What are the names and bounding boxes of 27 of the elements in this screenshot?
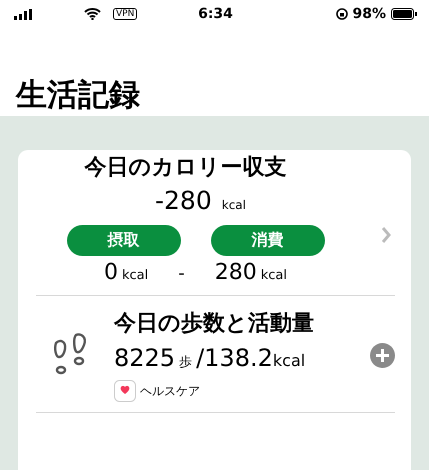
calorie-title: 今日のカロリー収支 bbox=[84, 154, 286, 182]
intake-unit: kcal bbox=[122, 268, 148, 283]
add-icon[interactable] bbox=[370, 342, 395, 368]
signal-icon bbox=[14, 8, 32, 20]
burn-value: 280 bbox=[214, 260, 257, 285]
intake-label: 摂取 bbox=[66, 225, 180, 256]
activity-unit: kcal bbox=[272, 351, 306, 370]
balance-value: -280 bbox=[155, 186, 212, 215]
intake-value: 0 bbox=[104, 260, 118, 285]
activity-kcal: /138.2 bbox=[196, 344, 273, 372]
burn-unit: kcal bbox=[260, 268, 288, 283]
source-label: ヘルスケア bbox=[140, 382, 200, 400]
health-app-icon bbox=[114, 380, 136, 402]
steps-title: 今日の歩数と活動量 bbox=[114, 310, 315, 338]
steps-unit: 歩 bbox=[179, 354, 192, 371]
chevron-right-icon[interactable] bbox=[381, 226, 391, 244]
battery-icon bbox=[391, 8, 418, 20]
balance-unit: kcal bbox=[222, 198, 246, 212]
burn-label: 消費 bbox=[210, 225, 324, 256]
page-title: 生活記録 bbox=[14, 76, 141, 115]
wifi-icon bbox=[84, 8, 101, 20]
steps-value: 8225 bbox=[114, 344, 176, 372]
minus-sign: - bbox=[178, 263, 185, 284]
clock-time: 6:34 bbox=[198, 6, 233, 22]
rotation-lock-icon bbox=[336, 8, 348, 20]
vpn-badge: VPN bbox=[113, 8, 138, 20]
battery-percent: 98% bbox=[352, 6, 386, 22]
